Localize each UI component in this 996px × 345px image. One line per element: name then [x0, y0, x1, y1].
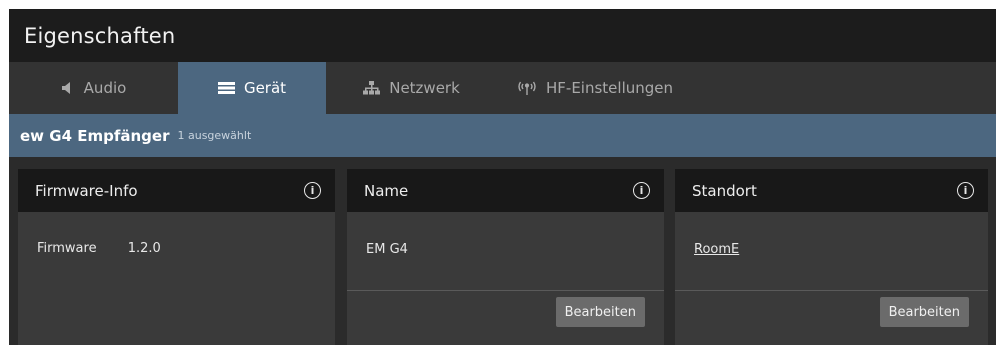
- edit-location-button[interactable]: Bearbeiten: [879, 297, 969, 327]
- tab-network-label: Netzwerk: [389, 79, 460, 97]
- tab-audio[interactable]: Audio: [9, 62, 178, 114]
- firmware-label: Firmware: [37, 241, 97, 256]
- tab-rf-settings[interactable]: HF-Einstellungen: [497, 62, 673, 114]
- tab-device[interactable]: Gerät: [178, 62, 326, 114]
- tab-audio-label: Audio: [83, 79, 127, 97]
- selected-device-name: ew G4 Empfänger: [20, 126, 170, 145]
- location-card-header: Standort i: [675, 169, 988, 212]
- info-icon[interactable]: i: [304, 182, 321, 199]
- firmware-card-title: Firmware-Info: [35, 181, 138, 200]
- tab-rf-settings-label: HF-Einstellungen: [546, 79, 674, 97]
- window-title: Eigenschaften: [9, 9, 996, 62]
- network-icon: [363, 81, 381, 95]
- info-icon[interactable]: i: [633, 182, 650, 199]
- location-card: Standort i RoomE Bearbeiten: [675, 169, 988, 345]
- firmware-version: 1.2.0: [127, 241, 161, 256]
- divider: [347, 290, 664, 291]
- device-icon: [217, 82, 235, 94]
- firmware-card-body: Firmware 1.2.0: [18, 212, 335, 345]
- location-link[interactable]: RoomE: [694, 242, 739, 257]
- card-area: Firmware-Info i Firmware 1.2.0 Name i EM…: [9, 169, 996, 345]
- properties-window: Eigenschaften Audio Gerät Netzwerk HF-Ei…: [9, 9, 996, 345]
- firmware-row: Firmware 1.2.0: [37, 241, 161, 256]
- firmware-card-header: Firmware-Info i: [18, 169, 335, 212]
- name-card-header: Name i: [347, 169, 664, 212]
- name-card-body: EM G4 Bearbeiten: [347, 212, 664, 345]
- device-name-value: EM G4: [366, 242, 408, 257]
- divider: [675, 290, 988, 291]
- info-icon[interactable]: i: [957, 182, 974, 199]
- selection-count: 1 ausgewählt: [177, 129, 252, 142]
- selection-bar: ew G4 Empfänger 1 ausgewählt: [9, 114, 996, 157]
- location-card-title: Standort: [692, 181, 757, 200]
- firmware-card: Firmware-Info i Firmware 1.2.0: [18, 169, 335, 345]
- speaker-icon: [61, 81, 75, 95]
- name-card-title: Name: [364, 181, 409, 200]
- tab-device-label: Gerät: [243, 79, 287, 97]
- tab-bar: Audio Gerät Netzwerk HF-Einstellungen: [9, 62, 996, 114]
- name-card: Name i EM G4 Bearbeiten: [347, 169, 664, 345]
- edit-name-button[interactable]: Bearbeiten: [555, 297, 645, 327]
- tab-network[interactable]: Netzwerk: [326, 62, 497, 114]
- antenna-icon: [517, 81, 537, 95]
- location-card-body: RoomE Bearbeiten: [675, 212, 988, 345]
